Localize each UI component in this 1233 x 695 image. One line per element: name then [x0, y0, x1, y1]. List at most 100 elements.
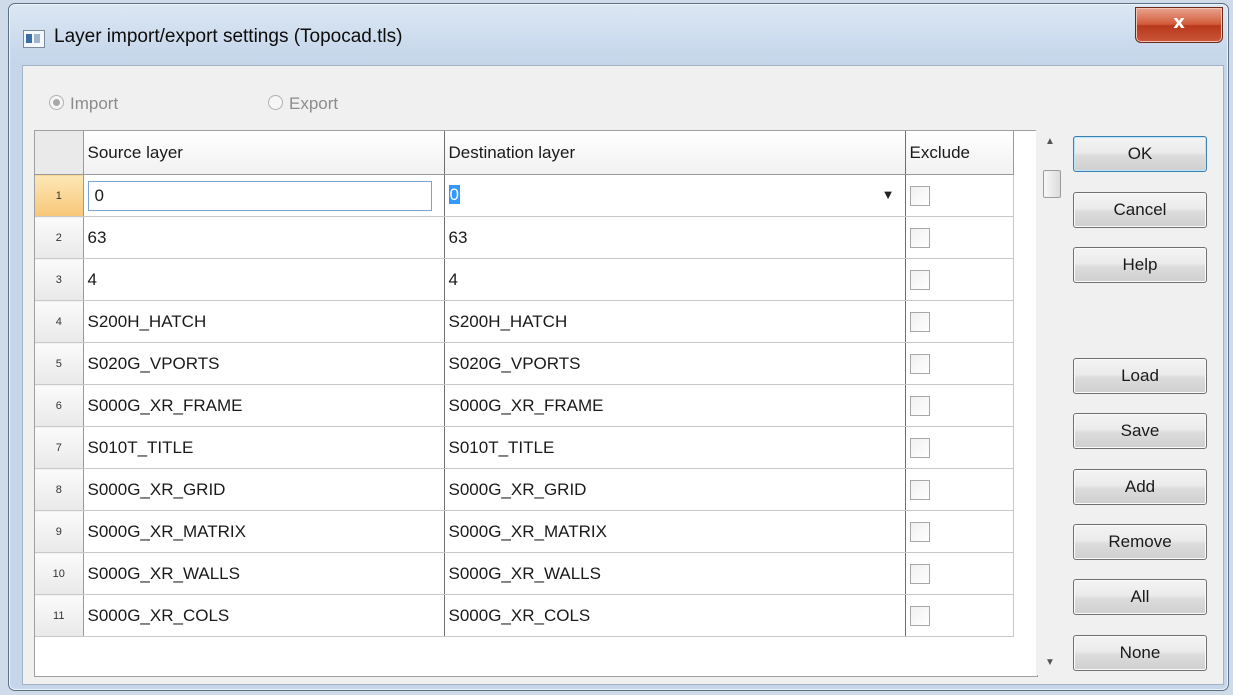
table-row[interactable]: 11 S000G_XR_COLS S000G_XR_COLS — [35, 594, 1014, 637]
exclude-checkbox[interactable] — [909, 437, 930, 458]
radio-unselected-icon — [268, 95, 283, 110]
load-button[interactable]: Load — [1073, 358, 1207, 394]
exclude-checkbox[interactable] — [909, 521, 930, 542]
table-row[interactable]: 8 S000G_XR_GRID S000G_XR_GRID — [35, 468, 1014, 511]
destination-layer-header[interactable]: Destination layer — [444, 131, 906, 175]
scroll-thumb[interactable] — [1043, 170, 1061, 198]
destination-layer-cell[interactable]: 63 — [444, 216, 906, 259]
destination-layer-cell[interactable]: S020G_VPORTS — [444, 342, 906, 385]
all-button[interactable]: All — [1073, 579, 1207, 615]
grid-corner-header[interactable] — [35, 131, 84, 175]
save-button[interactable]: Save — [1073, 413, 1207, 449]
table-row[interactable]: 10 S000G_XR_WALLS S000G_XR_WALLS — [35, 552, 1014, 595]
app-icon — [23, 30, 45, 48]
exclude-cell[interactable] — [905, 342, 1014, 385]
table-row[interactable]: 1 0 0 ▼ — [35, 174, 1014, 217]
exclude-cell[interactable] — [905, 510, 1014, 553]
destination-layer-cell[interactable]: S000G_XR_WALLS — [444, 552, 906, 595]
scroll-up-arrow-icon[interactable]: ▲ — [1036, 130, 1064, 154]
table-row[interactable]: 6 S000G_XR_FRAME S000G_XR_FRAME — [35, 384, 1014, 427]
exclude-cell[interactable] — [905, 300, 1014, 343]
table-row[interactable]: 3 4 4 — [35, 258, 1014, 301]
title-bar[interactable]: Layer import/export settings (Topocad.tl… — [9, 4, 1228, 66]
row-number[interactable]: 7 — [35, 426, 84, 469]
row-number[interactable]: 8 — [35, 468, 84, 511]
exclude-checkbox[interactable] — [909, 395, 930, 416]
add-button[interactable]: Add — [1073, 469, 1207, 505]
destination-layer-cell[interactable]: S000G_XR_MATRIX — [444, 510, 906, 553]
row-number[interactable]: 11 — [35, 594, 84, 637]
destination-layer-cell[interactable]: 0 ▼ — [444, 174, 906, 217]
radio-selected-icon — [49, 95, 64, 110]
export-radio-label: Export — [289, 94, 339, 113]
row-number[interactable]: 1 — [35, 174, 84, 217]
exclude-checkbox[interactable] — [909, 353, 930, 374]
source-layer-cell[interactable]: S000G_XR_GRID — [83, 468, 445, 511]
exclude-cell[interactable] — [905, 426, 1014, 469]
source-layer-cell[interactable]: 4 — [83, 258, 445, 301]
source-layer-header[interactable]: Source layer — [83, 131, 445, 175]
destination-layer-cell[interactable]: S000G_XR_GRID — [444, 468, 906, 511]
remove-button[interactable]: Remove — [1073, 524, 1207, 560]
dialog-window: Layer import/export settings (Topocad.tl… — [8, 3, 1229, 691]
exclude-cell[interactable] — [905, 552, 1014, 595]
grid-vertical-scrollbar[interactable]: ▲ ▼ — [1036, 130, 1064, 675]
destination-layer-cell[interactable]: S000G_XR_COLS — [444, 594, 906, 637]
source-layer-cell[interactable]: 63 — [83, 216, 445, 259]
close-button[interactable]: x — [1135, 7, 1223, 43]
dialog-body: Import Export Source layer Destination l… — [22, 65, 1224, 685]
exclude-checkbox[interactable] — [909, 227, 930, 248]
help-button[interactable]: Help — [1073, 247, 1207, 283]
cancel-button[interactable]: Cancel — [1073, 192, 1207, 228]
table-row[interactable]: 7 S010T_TITLE S010T_TITLE — [35, 426, 1014, 469]
row-number[interactable]: 3 — [35, 258, 84, 301]
exclude-checkbox[interactable] — [909, 605, 930, 626]
source-layer-cell[interactable]: S000G_XR_FRAME — [83, 384, 445, 427]
scroll-down-arrow-icon[interactable]: ▼ — [1036, 651, 1064, 675]
exclude-header[interactable]: Exclude — [905, 131, 1014, 175]
exclude-cell[interactable] — [905, 174, 1014, 217]
destination-layer-cell[interactable]: S010T_TITLE — [444, 426, 906, 469]
table-row[interactable]: 2 63 63 — [35, 216, 1014, 259]
window-title: Layer import/export settings (Topocad.tl… — [54, 26, 403, 47]
row-number[interactable]: 4 — [35, 300, 84, 343]
source-layer-cell[interactable]: S000G_XR_WALLS — [83, 552, 445, 595]
export-radio[interactable]: Export — [268, 94, 338, 114]
destination-layer-cell[interactable]: 4 — [444, 258, 906, 301]
import-radio-label: Import — [70, 94, 119, 113]
row-number[interactable]: 5 — [35, 342, 84, 385]
exclude-checkbox[interactable] — [909, 269, 930, 290]
exclude-cell[interactable] — [905, 384, 1014, 427]
source-layer-cell[interactable]: S000G_XR_MATRIX — [83, 510, 445, 553]
destination-layer-cell[interactable]: S000G_XR_FRAME — [444, 384, 906, 427]
exclude-checkbox[interactable] — [909, 563, 930, 584]
source-layer-cell[interactable]: S010T_TITLE — [83, 426, 445, 469]
ok-button[interactable]: OK — [1073, 136, 1207, 172]
exclude-cell[interactable] — [905, 594, 1014, 637]
source-layer-cell[interactable]: 0 — [83, 174, 445, 217]
table-row[interactable]: 4 S200H_HATCH S200H_HATCH — [35, 300, 1014, 343]
exclude-cell[interactable] — [905, 216, 1014, 259]
row-number[interactable]: 10 — [35, 552, 84, 595]
row-number[interactable]: 9 — [35, 510, 84, 553]
exclude-checkbox[interactable] — [909, 479, 930, 500]
row-number[interactable]: 2 — [35, 216, 84, 259]
none-button[interactable]: None — [1073, 635, 1207, 671]
source-layer-input[interactable]: 0 — [87, 180, 432, 211]
row-number[interactable]: 6 — [35, 384, 84, 427]
exclude-checkbox[interactable] — [909, 185, 930, 206]
table-row[interactable]: 9 S000G_XR_MATRIX S000G_XR_MATRIX — [35, 510, 1014, 553]
layer-grid[interactable]: Source layer Destination layer Exclude 1… — [34, 130, 1038, 677]
source-layer-cell[interactable]: S020G_VPORTS — [83, 342, 445, 385]
table-row[interactable]: 5 S020G_VPORTS S020G_VPORTS — [35, 342, 1014, 385]
import-radio[interactable]: Import — [49, 94, 118, 114]
dropdown-arrow-icon[interactable]: ▼ — [882, 181, 895, 209]
destination-layer-value[interactable]: 0 — [448, 184, 460, 204]
exclude-cell[interactable] — [905, 468, 1014, 511]
exclude-checkbox[interactable] — [909, 311, 930, 332]
source-layer-cell[interactable]: S200H_HATCH — [83, 300, 445, 343]
exclude-cell[interactable] — [905, 258, 1014, 301]
destination-layer-combobox[interactable]: 0 ▼ — [448, 180, 901, 211]
destination-layer-cell[interactable]: S200H_HATCH — [444, 300, 906, 343]
source-layer-cell[interactable]: S000G_XR_COLS — [83, 594, 445, 637]
